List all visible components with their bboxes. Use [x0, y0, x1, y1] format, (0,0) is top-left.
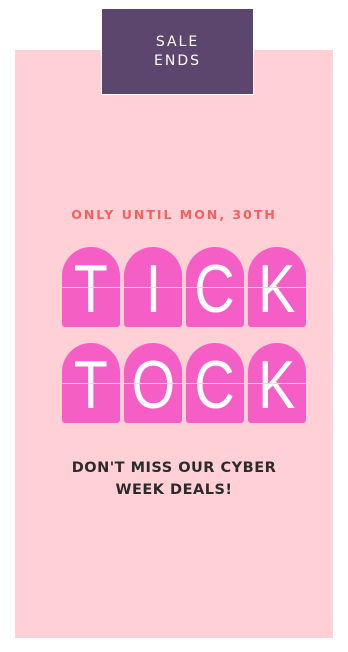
promo-subtitle: ONLY UNTIL MON, 30TH — [71, 207, 277, 222]
cta-line-2: WEEK DEALS! — [115, 482, 233, 498]
flip-tile: T — [62, 247, 120, 327]
flip-tile: C — [186, 343, 244, 423]
tile-letter: K — [258, 347, 296, 423]
tile-letter: T — [73, 251, 109, 327]
tag-line-2: ENDS — [154, 52, 201, 69]
flip-tile: I — [124, 247, 182, 327]
tile-letter: I — [145, 251, 161, 327]
promo-cta-text: DON'T MISS OUR CYBER WEEK DEALS! — [0, 457, 348, 501]
flip-tile: K — [248, 247, 306, 327]
tile-letter: C — [194, 347, 236, 423]
flip-tile: K — [248, 343, 306, 423]
flip-tile: C — [186, 247, 244, 327]
tile-letter: K — [258, 251, 296, 327]
tag-line-1: SALE — [155, 33, 200, 50]
tile-letter: T — [73, 347, 109, 423]
cta-line-1: DON'T MISS OUR CYBER — [71, 460, 277, 476]
tile-letter: O — [131, 347, 175, 423]
sale-ends-tag: SALE ENDS — [101, 8, 254, 95]
flip-tile: O — [124, 343, 182, 423]
tile-letter: C — [194, 251, 236, 327]
flip-tile: T — [62, 343, 120, 423]
